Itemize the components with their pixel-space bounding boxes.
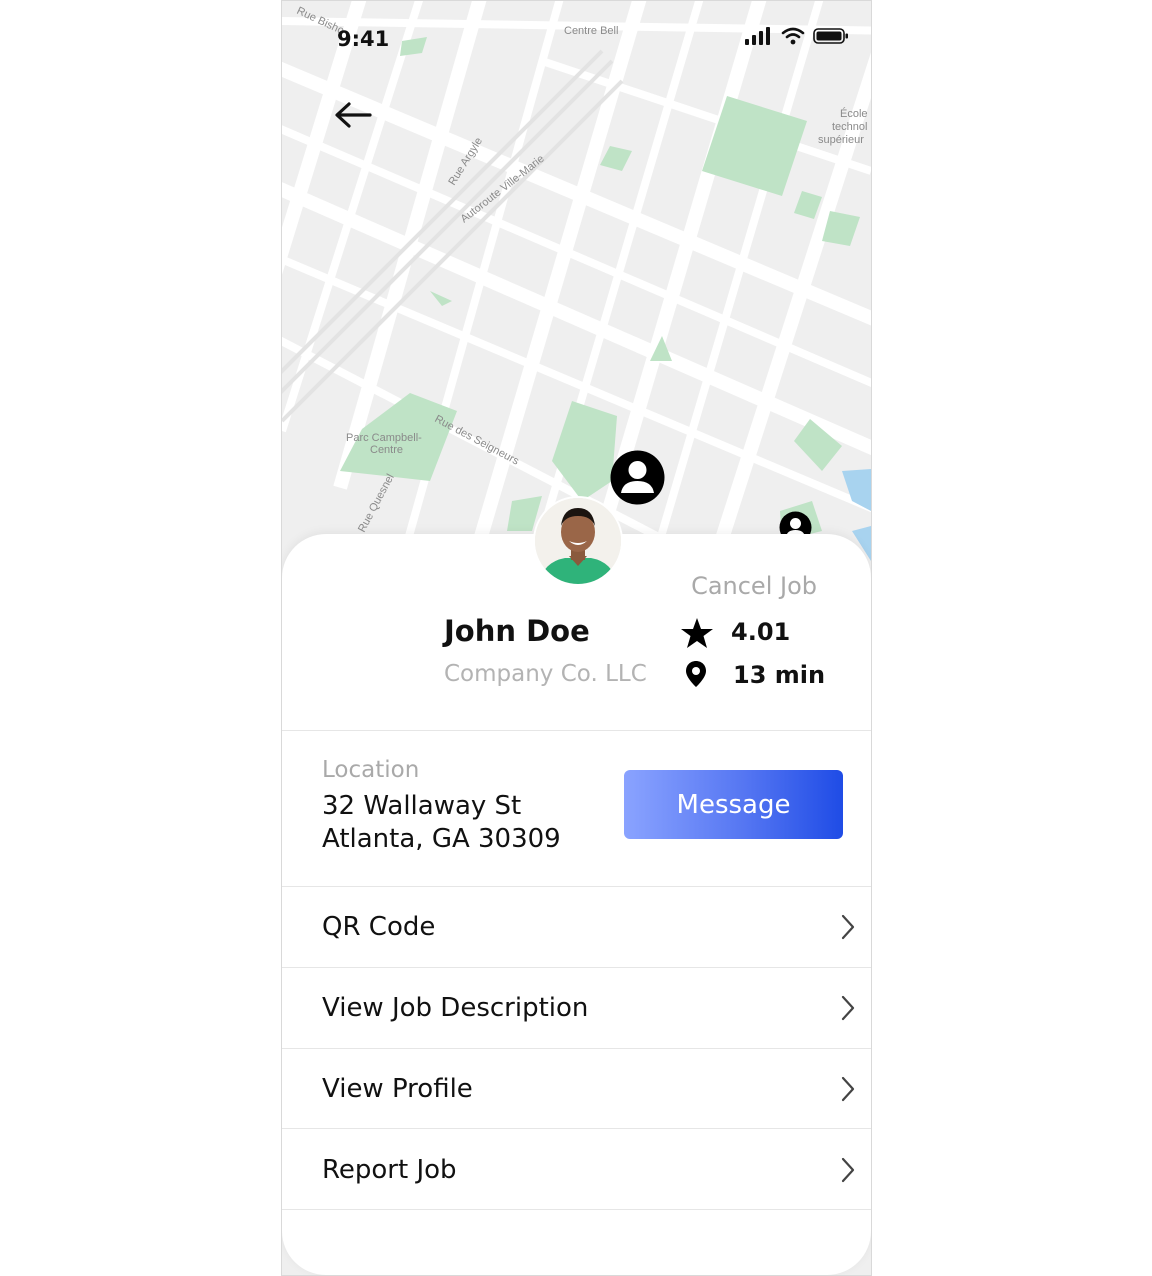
map-label-ecole-1: École <box>840 107 868 120</box>
arrow-left-icon <box>335 102 372 128</box>
menu-item-report-job[interactable]: Report Job <box>282 1130 871 1210</box>
signal-icon <box>745 27 770 45</box>
message-button-label: Message <box>676 789 791 820</box>
menu-item-view-job-description[interactable]: View Job Description <box>282 968 871 1048</box>
location-pin-icon <box>686 661 706 687</box>
menu-item-label: View Profile <box>322 1074 473 1104</box>
chevron-right-icon <box>841 1076 855 1102</box>
wifi-icon <box>781 27 805 45</box>
cancel-job-button[interactable]: Cancel Job <box>691 572 817 600</box>
chevron-right-icon <box>841 995 855 1021</box>
map-label-centre-bell: Centre Bell <box>564 25 618 37</box>
worker-rating: 4.01 <box>731 618 791 646</box>
divider <box>282 1209 871 1210</box>
chevron-right-icon <box>841 914 855 940</box>
menu-item-label: Report Job <box>322 1155 457 1185</box>
avatar <box>533 496 623 586</box>
divider <box>282 730 871 731</box>
worker-photo <box>535 498 621 584</box>
menu-item-label: QR Code <box>322 912 436 942</box>
back-button[interactable] <box>332 99 374 131</box>
battery-icon <box>813 28 848 44</box>
menu-item-view-profile[interactable]: View Profile <box>282 1049 871 1129</box>
status-icons <box>745 27 849 45</box>
divider <box>282 1128 871 1129</box>
map-label-ecole-3: supérieur <box>818 134 864 146</box>
chevron-right-icon <box>841 1157 855 1183</box>
user-location-pin-icon[interactable] <box>609 449 666 506</box>
menu-item-qr-code[interactable]: QR Code <box>282 887 871 967</box>
star-icon <box>681 618 713 648</box>
location-address-line1: 32 Wallaway St <box>322 791 522 821</box>
location-address-line2: Atlanta, GA 30309 <box>322 824 561 854</box>
map-label-parc-2: Centre <box>370 444 403 456</box>
message-button[interactable]: Message <box>624 770 843 839</box>
worker-name: John Doe <box>444 614 590 648</box>
phone-frame: Centre Bell Rue Bisho École technol supé… <box>281 0 872 1276</box>
worker-company: Company Co. LLC <box>444 661 647 687</box>
location-label: Location <box>322 757 420 783</box>
map-label-parc-1: Parc Campbell- <box>346 432 422 444</box>
status-time: 9:41 <box>337 27 390 51</box>
worker-eta: 13 min <box>733 661 826 689</box>
map-label-ecole-2: technol <box>832 121 867 133</box>
menu-item-label: View Job Description <box>322 993 589 1023</box>
